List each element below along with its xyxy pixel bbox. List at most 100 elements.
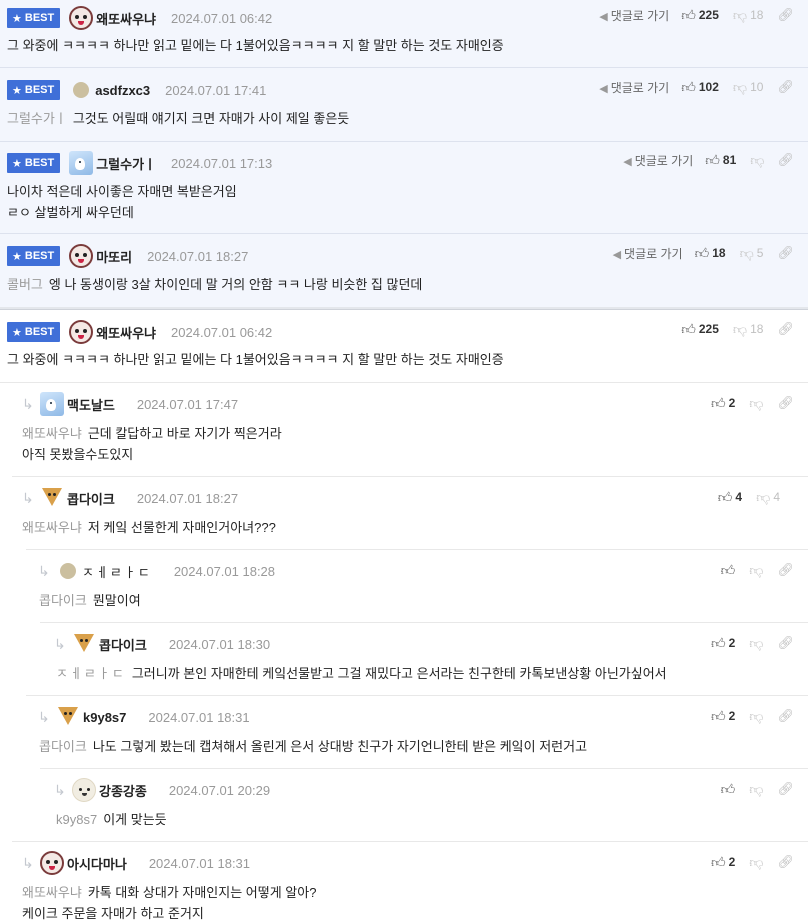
thumbs-down-icon[interactable]: 👎︎ — [749, 708, 763, 725]
thumbs-down-icon[interactable]: 👎︎ — [733, 79, 747, 96]
comment-date: 2024.07.01 06:42 — [171, 324, 273, 340]
thumbs-down-icon[interactable]: 👎︎ — [740, 245, 754, 262]
mention[interactable]: 그럴수가ㅣ — [7, 111, 67, 126]
arrow-icon: ◀ — [612, 248, 622, 261]
comment-actions: 👍︎ 2 👎︎ 🔗︎ — [711, 853, 794, 871]
avatar[interactable] — [69, 244, 94, 268]
avatar[interactable] — [72, 632, 96, 656]
best-comment: ★ BEST 그럴수가ㅣ 2024.07.01 17:13 ◀ 댓글로 가기 👍︎ 8… — [0, 142, 808, 234]
thumbs-down-icon[interactable]: 👎︎ — [749, 781, 763, 798]
thumbs-down-icon[interactable]: 👎︎ — [733, 7, 747, 24]
link-icon[interactable]: 🔗︎ — [777, 79, 794, 95]
comment-date: 2024.07.01 18:27 — [136, 490, 239, 506]
author-name[interactable]: 왜또싸우냐 — [96, 9, 156, 28]
comment-header: ↳ 콥다이크 2024.07.01 18:30 — [54, 632, 270, 656]
author-name[interactable]: 왜또싸우냐 — [96, 323, 156, 342]
avatar[interactable] — [60, 563, 76, 579]
mention[interactable]: 왜또싸우냐 — [22, 520, 82, 535]
thumbs-up-icon[interactable]: 👍︎ — [711, 708, 726, 725]
link-icon[interactable]: 🔗︎ — [777, 781, 794, 797]
avatar[interactable] — [73, 82, 90, 98]
avatar[interactable] — [69, 6, 94, 30]
link-icon[interactable]: 🔗︎ — [777, 152, 794, 168]
thumbs-down-icon[interactable]: 👎︎ — [733, 321, 747, 338]
thumbs-up-icon[interactable]: 👍︎ — [711, 635, 726, 652]
goto-comment-link[interactable]: ◀ 댓글로 가기 — [613, 245, 683, 262]
mention[interactable]: k9y8s7 — [56, 812, 97, 827]
link-icon[interactable]: 🔗︎ — [777, 708, 794, 724]
link-icon[interactable]: 🔗︎ — [777, 245, 794, 261]
comment-body: 콥다이크 뭔말이여 — [39, 593, 141, 608]
thumbs-up-icon[interactable]: 👍︎ — [718, 489, 733, 506]
star-icon: ★ — [12, 12, 22, 25]
comment-date: 2024.07.01 20:29 — [168, 782, 271, 798]
avatar[interactable] — [40, 486, 64, 510]
mention[interactable]: 왜또싸우냐 — [22, 885, 82, 900]
thumbs-down-icon[interactable]: 👎︎ — [749, 395, 763, 412]
thumbs-down-icon[interactable]: 👎︎ — [756, 489, 770, 506]
link-icon[interactable]: 🔗︎ — [777, 7, 794, 23]
reply-comment: ↳ ㅈㅔㄹㅏㄷ 2024.07.01 18:28 👍︎ 👎︎ 🔗︎ 콥다이크 뭔말… — [26, 549, 808, 622]
thumbs-up-icon[interactable]: 👍︎ — [681, 321, 696, 338]
author-name[interactable]: 맥도날드 — [67, 395, 115, 414]
comment-actions: ◀ 댓글로 가기 👍︎ 81 👎︎ 🔗︎ — [623, 151, 794, 169]
avatar[interactable] — [40, 392, 64, 416]
goto-comment-link[interactable]: ◀ 댓글로 가기 — [623, 152, 693, 169]
avatar[interactable] — [69, 320, 94, 344]
avatar[interactable] — [40, 851, 64, 875]
link-icon[interactable]: 🔗︎ — [777, 321, 794, 337]
upvote-count: 2 — [728, 855, 736, 869]
thumbs-up-icon[interactable]: 👍︎ — [695, 245, 710, 262]
comment-date: 2024.07.01 06:42 — [171, 10, 273, 26]
author-name[interactable]: 콥다이크 — [99, 635, 147, 654]
goto-comment-link[interactable]: ◀ 댓글로 가기 — [599, 79, 669, 96]
author-name[interactable]: asdfzxc3 — [95, 83, 150, 98]
thumbs-up-icon[interactable]: 👍︎ — [721, 562, 736, 579]
comment-body: 콥다이크 나도 그렇게 봤는데 캡쳐해서 올린게 은서 상대방 친구가 자기언니한… — [39, 739, 588, 754]
thumbs-down-icon[interactable]: 👎︎ — [749, 562, 763, 579]
comment-header: ↳ 강종강종 2024.07.01 20:29 — [54, 778, 270, 802]
avatar[interactable] — [72, 778, 96, 802]
upvote-count: 18 — [712, 246, 726, 260]
thumbs-down-icon[interactable]: 👎︎ — [750, 152, 764, 169]
thumbs-down-icon[interactable]: 👎︎ — [749, 635, 763, 652]
author-name[interactable]: 강종강종 — [99, 781, 147, 800]
downvote-count: 18 — [750, 8, 764, 22]
thumbs-up-icon[interactable]: 👍︎ — [711, 854, 726, 871]
upvote-count: 102 — [698, 80, 719, 94]
comment-actions: 👍︎ 2 👎︎ 🔗︎ — [711, 394, 794, 412]
comment-body: ㅈㅔㄹㅏㄷ 그러니까 본인 자매한테 케잌선물받고 그걸 재밌다고 은서라는 친구… — [56, 666, 667, 681]
best-comment: ★ BEST 왜또싸우냐 2024.07.01 06:42 ◀ 댓글로 가기 👍︎ 2… — [0, 0, 808, 68]
reply-arrow-icon: ↳ — [38, 708, 50, 725]
avatar[interactable] — [56, 705, 80, 729]
thumbs-up-icon[interactable]: 👍︎ — [721, 781, 736, 798]
goto-comment-link[interactable]: ◀ 댓글로 가기 — [599, 7, 669, 24]
thumbs-up-icon[interactable]: 👍︎ — [681, 7, 696, 24]
comment-body: 그 와중에 ㅋㅋㅋㅋ 하나만 읽고 밑에는 다 1불어있음ㅋㅋㅋㅋ 지 할 말만… — [7, 38, 504, 53]
author-name[interactable]: 그럴수가ㅣ — [96, 154, 156, 173]
mention[interactable]: 왜또싸우냐 — [22, 426, 82, 441]
author-name[interactable]: k9y8s7 — [83, 710, 126, 725]
link-icon[interactable]: 🔗︎ — [777, 854, 794, 870]
mention[interactable]: ㅈㅔㄹㅏㄷ — [56, 666, 126, 681]
link-icon[interactable]: 🔗︎ — [777, 562, 794, 578]
mention[interactable]: 콥다이크 — [39, 739, 87, 754]
best-badge: ★ BEST — [7, 80, 61, 100]
link-icon[interactable]: 🔗︎ — [777, 635, 794, 651]
author-name[interactable]: ㅈㅔㄹㅏㄷ — [82, 562, 152, 581]
thumbs-up-icon[interactable]: 👍︎ — [681, 79, 696, 96]
reply-arrow-icon: ↳ — [38, 562, 50, 579]
comment-body: 왜또싸우냐 카톡 대화 상대가 자매인지는 어떻게 알아? 케이크 주문을 자매가… — [22, 885, 317, 921]
mention[interactable]: 콥다이크 — [39, 593, 87, 608]
author-name[interactable]: 마또리 — [96, 247, 132, 266]
author-name[interactable]: 아시다마나 — [67, 854, 127, 873]
thumbs-up-icon[interactable]: 👍︎ — [705, 152, 720, 169]
link-icon[interactable]: 🔗︎ — [777, 395, 794, 411]
avatar[interactable] — [69, 151, 94, 175]
comment-actions: ◀ 댓글로 가기 👍︎ 18 👎︎ 5 🔗︎ — [613, 244, 794, 262]
thumbs-up-icon[interactable]: 👍︎ — [711, 395, 726, 412]
author-name[interactable]: 콥다이크 — [67, 489, 115, 508]
thumbs-down-icon[interactable]: 👎︎ — [749, 854, 763, 871]
reply-comment: ↳ k9y8s7 2024.07.01 18:31 👍︎ 2 👎︎ 🔗︎ 콥다이크… — [26, 695, 808, 768]
mention[interactable]: 콜버그 — [7, 277, 43, 292]
